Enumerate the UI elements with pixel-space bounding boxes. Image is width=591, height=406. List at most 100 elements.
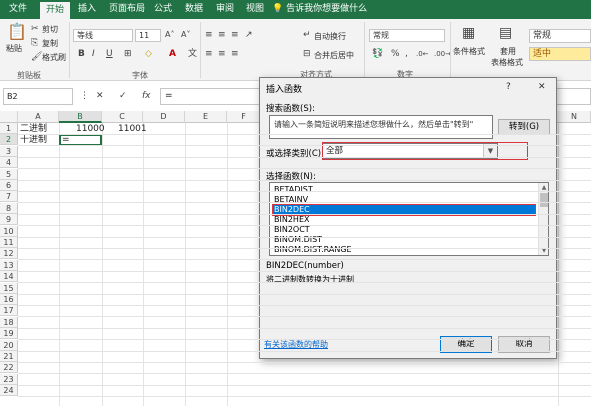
merge-center-button[interactable]: 合并后居中 [314,50,354,61]
scissors-icon[interactable]: ✂ [31,23,39,35]
tab-view[interactable]: 视图 [242,0,268,19]
select-all-corner[interactable] [0,111,18,123]
fill-color-icon[interactable]: ◇ [145,48,152,60]
column-header-e[interactable]: E [185,111,227,123]
conditional-format-button[interactable]: 条件格式 [453,46,485,57]
list-scrollbar[interactable]: ▲ ▼ [538,183,548,255]
currency-icon[interactable]: 💱 [372,48,383,60]
tab-data[interactable]: 数据 [181,0,207,19]
tab-insert[interactable]: 插入 [74,0,100,19]
increase-decimal-icon[interactable]: .0← [416,48,429,60]
column-header-n[interactable]: N [558,111,591,123]
align-center-icon[interactable]: ≡ [218,48,226,60]
row-header-2[interactable]: 2 [0,134,18,145]
comma-style-icon[interactable]: , [405,48,408,60]
align-right-icon[interactable]: ≡ [231,48,239,60]
enter-formula-icon[interactable]: ✓ [119,90,127,102]
wrap-text-button[interactable]: 自动换行 [314,31,346,42]
function-item[interactable]: BIN2HEX [273,215,535,225]
align-left-icon[interactable]: ≡ [205,48,213,60]
style-normal[interactable]: 常规 [529,29,591,43]
merge-icon[interactable]: ⊟ [303,48,311,60]
copy-button[interactable]: 复制 [42,38,58,49]
row-header-8[interactable]: 8 [0,203,18,214]
bold-button[interactable]: B [78,48,85,60]
font-color-icon[interactable]: A [169,48,176,60]
copy-icon[interactable]: ⎘ [31,37,38,49]
insert-function-icon[interactable]: fx [142,90,151,102]
row-header-15[interactable]: 15 [0,283,18,294]
format-table-button[interactable]: 套用 [500,46,516,57]
row-header-14[interactable]: 14 [0,271,18,282]
wrap-text-icon[interactable]: ↵ [303,29,311,41]
function-item[interactable]: BETADIST [273,185,535,195]
row-header-22[interactable]: 22 [0,362,18,373]
underline-button[interactable]: U [106,48,113,60]
function-item[interactable]: BETAINV [273,195,535,205]
grow-font-icon[interactable]: A˄ [165,29,174,41]
percent-icon[interactable]: % [391,48,400,60]
align-bottom-icon[interactable]: ≡ [231,29,239,41]
border-icon[interactable]: ⊞ [124,48,132,60]
row-header-11[interactable]: 11 [0,237,18,248]
font-size-select[interactable]: 11 [135,29,161,42]
tab-page-layout[interactable]: 页面布局 [104,0,150,19]
row-header-23[interactable]: 23 [0,374,18,385]
function-item[interactable]: BIN2OCT [273,225,535,235]
conditional-format-icon[interactable]: ▦ [462,25,475,41]
function-item[interactable]: BINOM.DIST.RANGE [273,245,535,255]
row-header-10[interactable]: 10 [0,226,18,237]
row-header-24[interactable]: 24 [0,385,18,396]
column-header-f[interactable]: F [227,111,261,123]
tab-file[interactable]: 文件 [2,0,34,19]
row-header-12[interactable]: 12 [0,248,18,259]
phonetic-button[interactable]: 文 [188,48,197,60]
tab-formulas[interactable]: 公式 [150,0,176,19]
function-help-link[interactable]: 有关该函数的帮助 [264,339,328,350]
align-top-icon[interactable]: ≡ [205,29,213,41]
scroll-thumb[interactable] [540,193,548,207]
format-table-button-line2[interactable]: 表格格式 [491,57,523,68]
row-header-9[interactable]: 9 [0,214,18,225]
cut-button[interactable]: 剪切 [42,24,58,35]
column-header-d[interactable]: D [143,111,185,123]
italic-button[interactable]: I [92,48,95,60]
tell-me-search[interactable]: 💡 告诉我你想要做什么 [272,0,367,19]
column-header-c[interactable]: C [102,111,143,123]
number-format-select[interactable]: 常规 [369,29,445,42]
orientation-icon[interactable]: ↗ [245,29,253,41]
cancel-formula-icon[interactable]: ✕ [96,90,104,102]
search-function-input[interactable]: 请输入一条简短说明来描述您想做什么，然后单击"转到" [269,115,493,139]
shrink-font-icon[interactable]: A˅ [181,29,190,41]
row-header-1[interactable]: 1 [0,123,18,134]
row-header-5[interactable]: 5 [0,169,18,180]
paste-button[interactable]: 粘贴 [6,43,22,54]
row-header-16[interactable]: 16 [0,294,18,305]
row-header-13[interactable]: 13 [0,260,18,271]
column-header-b[interactable]: B [59,111,102,123]
function-list[interactable]: BETADIST BETAINV BIN2DEC BIN2HEX BIN2OCT BINO… [269,182,549,256]
goto-button[interactable]: 转到(G) [498,119,550,135]
tab-review[interactable]: 审阅 [212,0,238,19]
align-middle-icon[interactable]: ≡ [218,29,226,41]
row-header-6[interactable]: 6 [0,180,18,191]
row-header-19[interactable]: 19 [0,328,18,339]
format-painter-button[interactable]: 格式刷 [42,52,66,63]
help-button[interactable]: ? [506,82,511,92]
row-header-4[interactable]: 4 [0,157,18,168]
font-name-select[interactable]: 等线 [73,29,133,42]
decrease-decimal-icon[interactable]: .00→ [434,48,451,60]
name-box[interactable]: B2 [3,88,73,105]
column-header-a[interactable]: A [18,111,59,123]
row-header-3[interactable]: 3 [0,146,18,157]
row-header-7[interactable]: 7 [0,191,18,202]
close-icon[interactable]: ✕ [538,82,546,92]
row-header-20[interactable]: 20 [0,340,18,351]
row-header-18[interactable]: 18 [0,317,18,328]
format-table-icon[interactable]: ▤ [499,25,512,41]
format-painter-icon[interactable]: 🖌 [31,51,42,63]
paste-icon[interactable]: 📋 [7,23,27,41]
style-medium[interactable]: 适中 [529,47,591,61]
row-header-21[interactable]: 21 [0,351,18,362]
tab-home[interactable]: 开始 [40,2,70,19]
